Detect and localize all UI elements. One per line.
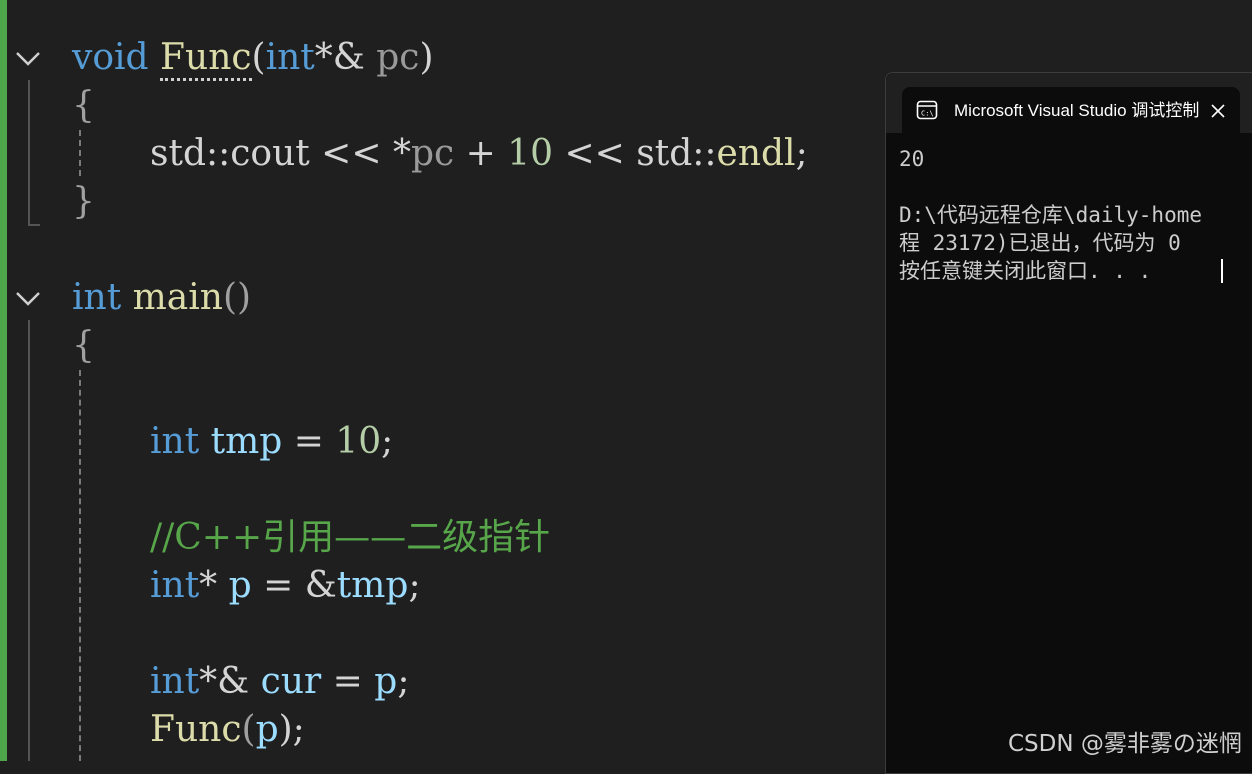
code-line-tmp-decl[interactable]: int tmp = 10; xyxy=(150,418,393,466)
indent-guide-main xyxy=(79,370,81,761)
console-output-line: D:\代码远程仓库\daily-home xyxy=(899,203,1203,227)
deref-star: * xyxy=(392,133,411,174)
code-line-comment[interactable]: //C++引用——二级指针 xyxy=(150,514,550,562)
keyword-void: void xyxy=(72,37,149,78)
code-line-func-signature[interactable]: void Func(int*& pc) xyxy=(72,34,434,82)
open-paren: ( xyxy=(241,709,256,750)
function-name-main: main xyxy=(132,277,223,318)
code-line-func-call[interactable]: Func(p); xyxy=(150,706,305,754)
code-line-reference-decl[interactable]: int*& cur = p; xyxy=(150,658,409,706)
endl-token: endl xyxy=(716,133,796,174)
var-cur: cur xyxy=(260,661,322,702)
semicolon: ; xyxy=(397,661,410,702)
semicolon: ; xyxy=(381,421,394,462)
semicolon: ; xyxy=(795,133,808,174)
ref-pointer-token: *& xyxy=(314,37,365,78)
code-line-brace-close[interactable]: } xyxy=(72,178,95,226)
stream-op: << xyxy=(553,133,637,174)
pointer-star: * xyxy=(199,565,229,606)
var-tmp: tmp xyxy=(210,421,283,462)
fold-toggle-main[interactable] xyxy=(14,284,42,312)
ref-pointer-token: *& xyxy=(199,661,261,702)
number-literal: 10 xyxy=(335,421,382,462)
terminal-icon: C:\ xyxy=(916,99,938,125)
close-icon[interactable] xyxy=(1208,101,1228,121)
keyword-int: int xyxy=(72,277,122,318)
scope-guide-main xyxy=(28,320,30,761)
semicolon: ; xyxy=(408,565,421,606)
assign-address-op: = & xyxy=(251,565,337,606)
assign-op: = xyxy=(321,661,375,702)
chevron-down-icon xyxy=(14,284,42,312)
console-output-line: 按任意键关闭此窗口. . . xyxy=(899,259,1152,283)
fold-toggle-func[interactable] xyxy=(14,44,42,72)
code-line-cout[interactable]: std::cout << *pc + 10 << std::endl; xyxy=(150,130,808,178)
scope-guide-func xyxy=(28,80,30,226)
function-call-func: Func xyxy=(150,709,242,750)
std-namespace: std:: xyxy=(636,133,717,174)
console-tab[interactable]: C:\ Microsoft Visual Studio 调试控制台 xyxy=(902,87,1240,133)
close-paren-semicolon: ); xyxy=(278,709,305,750)
std-cout: std::cout xyxy=(150,133,310,174)
open-paren: ( xyxy=(251,37,266,78)
code-line-pointer-decl[interactable]: int* p = &tmp; xyxy=(150,562,421,610)
keyword-int: int xyxy=(150,565,200,606)
plus-op: + xyxy=(454,133,508,174)
var-tmp: tmp xyxy=(336,565,409,606)
change-indicator-bar xyxy=(0,0,7,761)
debug-console-window[interactable]: C:\ Microsoft Visual Studio 调试控制台 20 D:\… xyxy=(885,72,1252,774)
watermark-text: CSDN @雾非雾の迷惘 xyxy=(1008,731,1242,757)
console-output-line: 程 23172)已退出，代码为 0 xyxy=(899,231,1181,255)
console-tab-title: Microsoft Visual Studio 调试控制台 xyxy=(954,101,1200,120)
function-name-func[interactable]: Func xyxy=(160,37,252,81)
open-brace: { xyxy=(72,325,95,366)
keyword-int: int xyxy=(150,661,200,702)
code-line-brace-open[interactable]: { xyxy=(72,322,95,370)
var-p: p xyxy=(255,709,279,750)
close-brace: } xyxy=(72,181,95,222)
param-pc: pc xyxy=(376,37,420,78)
comment-text: //C++引用——二级指针 xyxy=(150,517,551,558)
svg-text:C:\: C:\ xyxy=(921,110,934,118)
code-line-main-signature[interactable]: int main() xyxy=(72,274,251,322)
number-literal: 10 xyxy=(507,133,554,174)
indent-guide-func xyxy=(79,130,81,176)
var-pc: pc xyxy=(410,133,455,174)
var-p: p xyxy=(228,565,252,606)
var-p: p xyxy=(374,661,398,702)
keyword-int: int xyxy=(150,421,200,462)
chevron-down-icon xyxy=(14,44,42,72)
close-paren: ) xyxy=(419,37,434,78)
text-caret xyxy=(1221,259,1223,283)
keyword-int: int xyxy=(265,37,315,78)
stream-op: << xyxy=(309,133,393,174)
scope-guide-func-end xyxy=(28,224,40,226)
code-line-brace-open[interactable]: { xyxy=(72,82,95,130)
assign-op: = xyxy=(282,421,336,462)
open-brace: { xyxy=(72,85,95,126)
parens: () xyxy=(222,277,252,318)
console-output-line: 20 xyxy=(899,147,925,171)
